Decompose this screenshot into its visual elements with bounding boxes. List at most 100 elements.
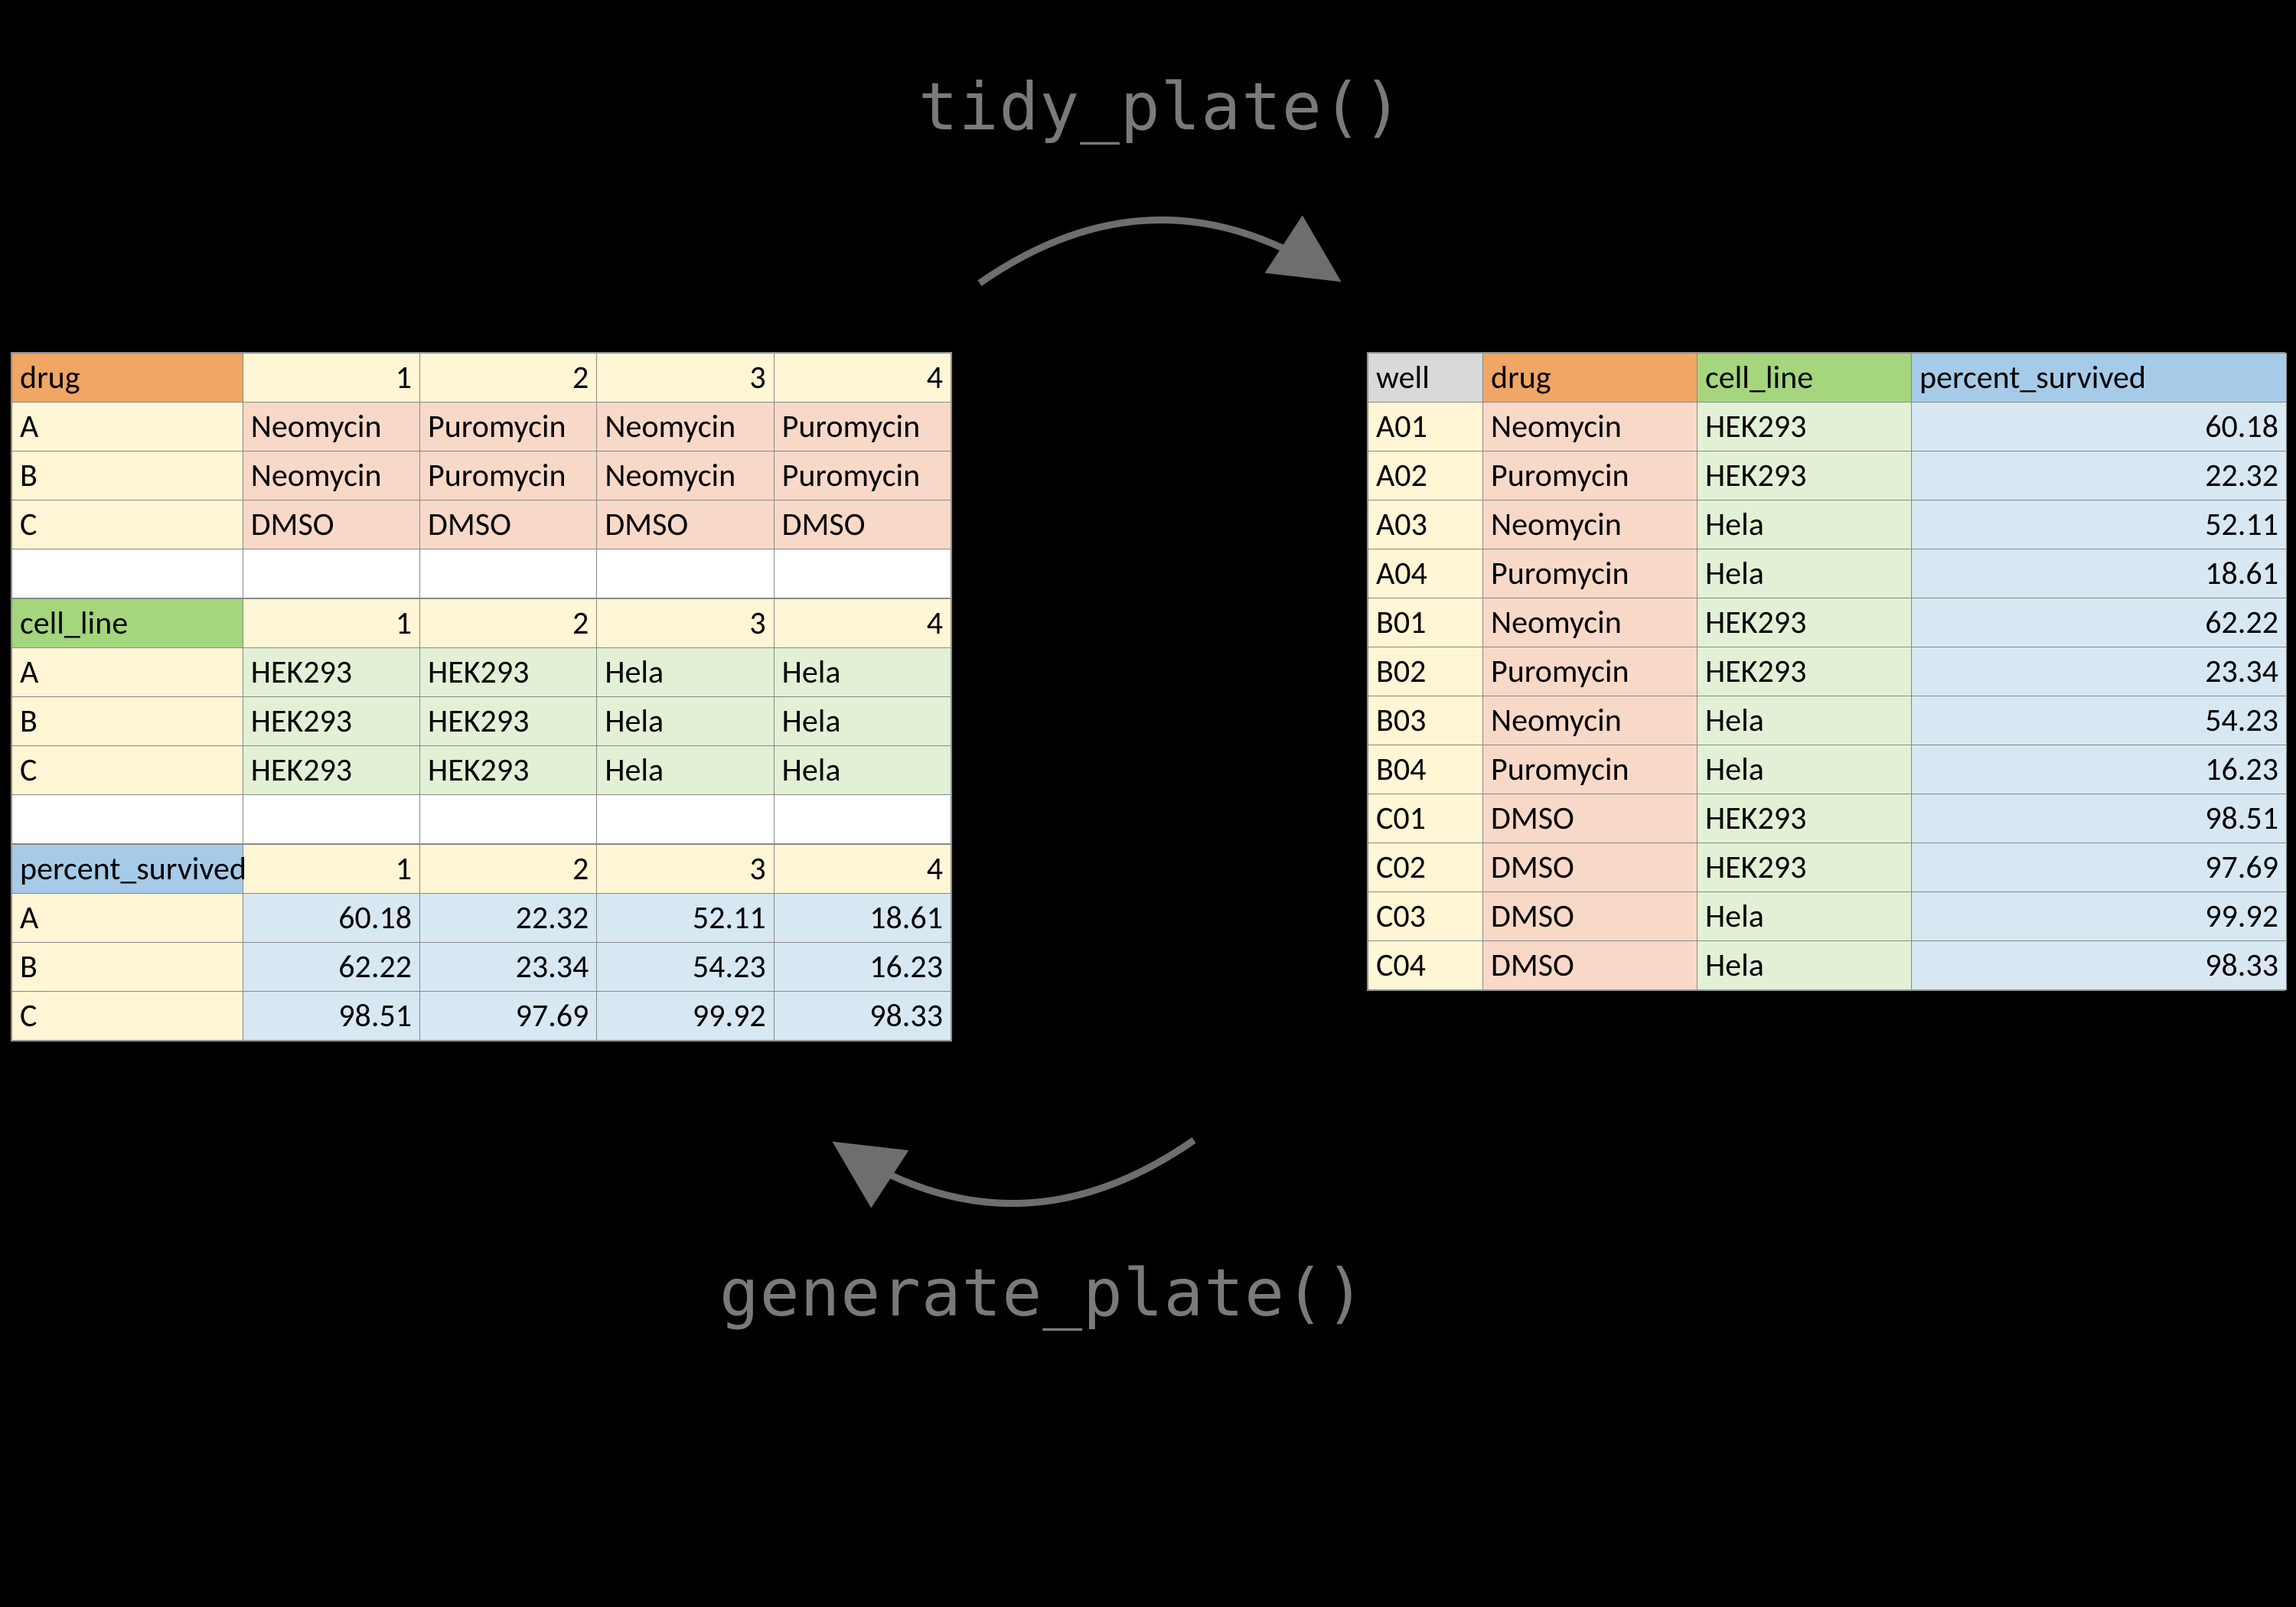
plate-cell: HEK293 — [420, 648, 597, 697]
plate-cell: Neomycin — [243, 451, 419, 500]
tidy-cell-drug: DMSO — [1483, 843, 1698, 892]
plate-cell: Hela — [774, 697, 951, 746]
tidy-cell-cell-line: Hela — [1698, 696, 1912, 745]
plate-row-letter: A — [12, 403, 243, 451]
plate-cell: HEK293 — [243, 648, 419, 697]
plate-cell: Hela — [774, 648, 951, 697]
table-row: C04DMSOHela98.33 — [1368, 941, 2287, 990]
plate-row-letter: A — [12, 648, 243, 697]
tidy-cell-cell-line: Hela — [1698, 941, 1912, 990]
plate-row-letter: C — [12, 500, 243, 549]
tidy-cell-drug: Neomycin — [1483, 403, 1698, 451]
tidy-cell-percent-survived: 98.51 — [1912, 794, 2287, 843]
plate-col-number: 4 — [774, 354, 951, 403]
diagram-canvas: tidy_plate() generate_plate() drug 1 2 — [0, 0, 2296, 1607]
plate-cell: DMSO — [243, 500, 419, 549]
plate-cell: Neomycin — [597, 451, 774, 500]
tidy-cell-percent-survived: 62.22 — [1912, 598, 2287, 647]
plate-cell: Puromycin — [774, 403, 951, 451]
plate-header-percent-survived: percent_survived — [12, 845, 243, 894]
plate-cell: DMSO — [774, 500, 951, 549]
plate-col-number: 2 — [420, 845, 597, 894]
tidy-cell-percent-survived: 52.11 — [1912, 500, 2287, 549]
tidy-cell-well: C03 — [1368, 892, 1483, 941]
plate-cell: 18.61 — [774, 894, 951, 943]
plate-row: C HEK293 HEK293 Hela Hela — [12, 746, 951, 795]
plate-cell: HEK293 — [420, 746, 597, 795]
plate-cell: 16.23 — [774, 943, 951, 992]
plate-cell: 98.51 — [243, 992, 419, 1041]
tidy-header-row: well drug cell_line percent_survived — [1368, 354, 2287, 403]
tidy-cell-well: C04 — [1368, 941, 1483, 990]
tidy-table: well drug cell_line percent_survived A01… — [1368, 353, 2287, 990]
table-row: C03DMSOHela99.92 — [1368, 892, 2287, 941]
plate-block-percent-survived: percent_survived 1 2 3 4 A 60.18 22.32 5… — [11, 844, 951, 1041]
tidy-panel: well drug cell_line percent_survived A01… — [1367, 352, 2285, 991]
tidy-cell-well: A02 — [1368, 451, 1483, 500]
generate-plate-label: generate_plate() — [719, 1255, 1365, 1332]
plate-block-drug: drug 1 2 3 4 A Neomycin Puromycin Neomyc… — [11, 353, 951, 598]
tidy-cell-drug: Puromycin — [1483, 745, 1698, 794]
plate-cell: HEK293 — [243, 746, 419, 795]
plate-col-number: 3 — [597, 599, 774, 648]
plate-cell: 60.18 — [243, 894, 419, 943]
tidy-header-drug: drug — [1483, 354, 1698, 403]
tidy-cell-percent-survived: 97.69 — [1912, 843, 2287, 892]
tidy-cell-percent-survived: 16.23 — [1912, 745, 2287, 794]
tidy-cell-drug: DMSO — [1483, 794, 1698, 843]
plate-cell: 54.23 — [597, 943, 774, 992]
plate-row: A Neomycin Puromycin Neomycin Puromycin — [12, 403, 951, 451]
plate-col-number: 1 — [243, 599, 419, 648]
tidy-cell-drug: Puromycin — [1483, 451, 1698, 500]
tidy-header-well: well — [1368, 354, 1483, 403]
plate-cell: Hela — [774, 746, 951, 795]
tidy-cell-cell-line: HEK293 — [1698, 451, 1912, 500]
table-row: A03NeomycinHela52.11 — [1368, 500, 2287, 549]
plate-col-number: 3 — [597, 845, 774, 894]
plate-row-letter: B — [12, 451, 243, 500]
table-row: B01NeomycinHEK29362.22 — [1368, 598, 2287, 647]
tidy-plate-label: tidy_plate() — [918, 69, 1403, 145]
tidy-cell-drug: Puromycin — [1483, 647, 1698, 696]
plate-cell: Hela — [597, 746, 774, 795]
plate-col-number: 2 — [420, 599, 597, 648]
table-row: B03NeomycinHela54.23 — [1368, 696, 2287, 745]
tidy-cell-cell-line: Hela — [1698, 892, 1912, 941]
tidy-cell-percent-survived: 23.34 — [1912, 647, 2287, 696]
tidy-cell-well: C01 — [1368, 794, 1483, 843]
plate-block-cell-line: cell_line 1 2 3 4 A HEK293 HEK293 Hela H… — [11, 598, 951, 844]
plate-spacer — [12, 549, 951, 598]
table-row: A01NeomycinHEK29360.18 — [1368, 403, 2287, 451]
tidy-cell-cell-line: HEK293 — [1698, 403, 1912, 451]
plate-row: B 62.22 23.34 54.23 16.23 — [12, 943, 951, 992]
plate-cell: HEK293 — [420, 697, 597, 746]
tidy-cell-cell-line: HEK293 — [1698, 647, 1912, 696]
plate-cell: 22.32 — [420, 894, 597, 943]
plate-row: C DMSO DMSO DMSO DMSO — [12, 500, 951, 549]
tidy-cell-well: B03 — [1368, 696, 1483, 745]
plate-cell: 97.69 — [420, 992, 597, 1041]
plate-row: A 60.18 22.32 52.11 18.61 — [12, 894, 951, 943]
plate-cell: Hela — [597, 697, 774, 746]
plate-row: A HEK293 HEK293 Hela Hela — [12, 648, 951, 697]
plate-col-number: 3 — [597, 354, 774, 403]
plate-row: C 98.51 97.69 99.92 98.33 — [12, 992, 951, 1041]
tidy-cell-percent-survived: 60.18 — [1912, 403, 2287, 451]
plate-col-number: 1 — [243, 845, 419, 894]
tidy-header-percent-survived: percent_survived — [1912, 354, 2287, 403]
tidy-cell-percent-survived: 99.92 — [1912, 892, 2287, 941]
plate-cell: HEK293 — [243, 697, 419, 746]
tidy-cell-percent-survived: 22.32 — [1912, 451, 2287, 500]
plate-row-letter: C — [12, 746, 243, 795]
tidy-cell-cell-line: HEK293 — [1698, 794, 1912, 843]
tidy-cell-cell-line: Hela — [1698, 745, 1912, 794]
plate-header-cell-line: cell_line — [12, 599, 243, 648]
plate-cell: Hela — [597, 648, 774, 697]
plate-row-letter: B — [12, 943, 243, 992]
plate-cell: Puromycin — [420, 403, 597, 451]
tidy-cell-drug: DMSO — [1483, 892, 1698, 941]
tidy-cell-drug: Neomycin — [1483, 598, 1698, 647]
table-row: A02PuromycinHEK29322.32 — [1368, 451, 2287, 500]
plate-spacer — [12, 795, 951, 844]
plate-row-letter: B — [12, 697, 243, 746]
